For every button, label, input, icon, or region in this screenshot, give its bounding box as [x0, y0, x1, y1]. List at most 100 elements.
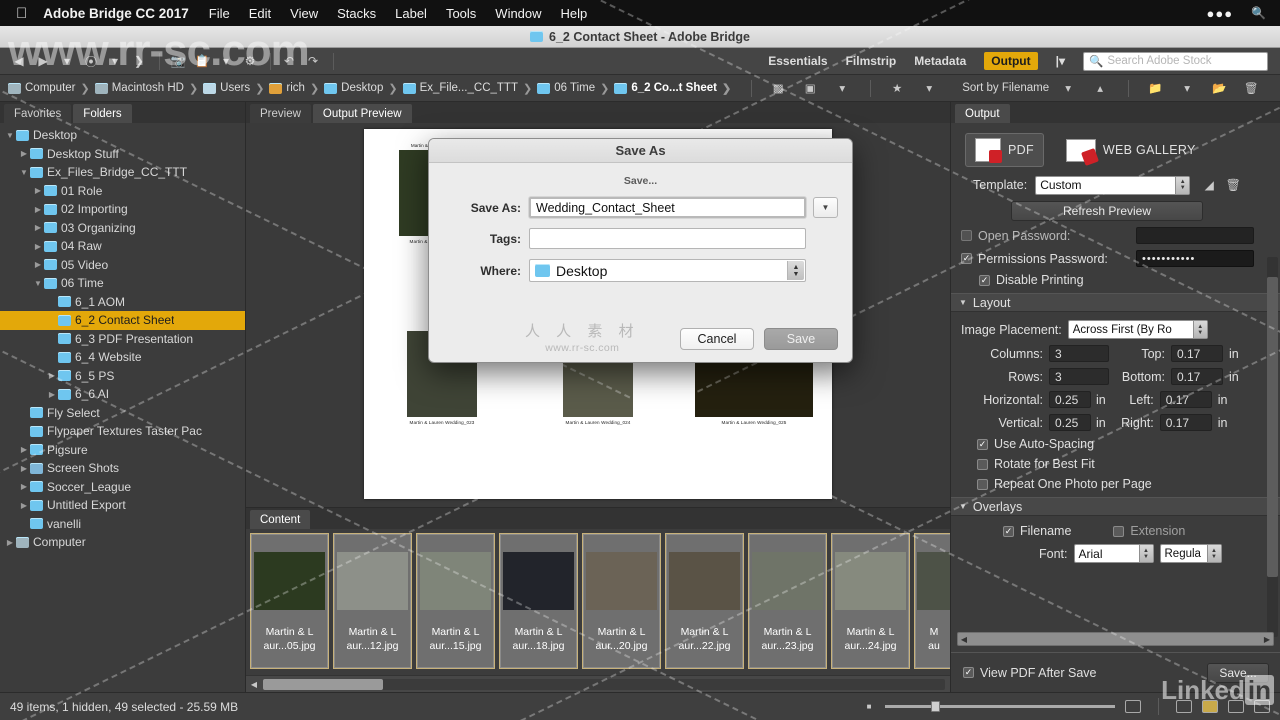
stepper-icon-3[interactable]: ▲ ▼ — [1138, 545, 1153, 562]
chevron-right-icon[interactable]: ▶ — [18, 501, 30, 510]
top-field[interactable]: 0.17 — [1171, 345, 1223, 362]
chevron-right-icon[interactable]: ▶ — [32, 205, 44, 214]
workspace-output[interactable]: Output — [984, 52, 1038, 70]
new-folder-dropdown-icon[interactable]: 📁 — [1144, 78, 1166, 98]
tags-input[interactable] — [529, 228, 806, 249]
chevron-down-icon-2[interactable]: ▾ — [215, 51, 237, 71]
cancel-button[interactable]: Cancel — [680, 328, 754, 350]
recent-dropdown-icon[interactable]: ▾ — [56, 51, 78, 71]
pdf-output-button[interactable]: PDF — [965, 133, 1044, 167]
left-field[interactable]: 0.17 — [1159, 391, 1212, 408]
permissions-password-checkbox[interactable]: ✓ — [961, 253, 972, 264]
menu-item-tools[interactable]: Tools — [446, 6, 476, 21]
breadcrumb-item-desktop[interactable]: Desktop ❯ — [324, 82, 402, 95]
tab-content[interactable]: Content — [250, 510, 311, 529]
thumbnail-item[interactable]: Martin & L aur...20.jpg — [582, 533, 661, 669]
stepper-icon-2[interactable]: ▲ ▼ — [1192, 321, 1207, 338]
chevron-down-icon[interactable]: ▼ — [4, 131, 16, 140]
thumbnail-item[interactable]: Martin & L aur...23.jpg — [748, 533, 827, 669]
tree-item-desktop-stuff[interactable]: ▶ Desktop Stuff — [0, 145, 245, 164]
rotate-ccw-icon[interactable]: ↶ — [278, 51, 300, 71]
tree-item-05-video[interactable]: ▶ 05 Video — [0, 256, 245, 275]
workspace-metadata[interactable]: Metadata — [914, 54, 966, 68]
right-field[interactable]: 0.17 — [1159, 414, 1212, 431]
search-adobe-stock-input[interactable]: 🔍 Search Adobe Stock — [1083, 51, 1268, 71]
preview-view-icon[interactable] — [1254, 700, 1270, 713]
menu-item-stacks[interactable]: Stacks — [337, 6, 376, 21]
menu-item-file[interactable]: File — [209, 6, 230, 21]
tab-output-preview[interactable]: Output Preview — [312, 104, 412, 123]
new-folder-icon[interactable]: 📂 — [1208, 78, 1230, 98]
tab-output[interactable]: Output — [955, 104, 1010, 123]
tree-item-03-organizing[interactable]: ▶ 03 Organizing — [0, 219, 245, 238]
get-photos-from-camera-icon[interactable]: 📷 — [167, 51, 189, 71]
delete-icon[interactable]: 🗑 — [1240, 78, 1262, 98]
scroll-left-icon[interactable]: ◀ — [248, 680, 260, 689]
back-arrow-icon[interactable]: ◀ — [8, 51, 30, 71]
menu-item-edit[interactable]: Edit — [249, 6, 271, 21]
tree-item-ex-files-bridge-cc-ttt[interactable]: ▼ Ex_Files_Bridge_CC_TTT — [0, 163, 245, 182]
rotate-icon[interactable]: ⚙ — [239, 51, 261, 71]
font-style-select[interactable]: Regula ▲ ▼ — [1159, 544, 1222, 563]
chevron-down-icon-6[interactable]: ▾ — [1176, 78, 1198, 98]
ellipsis-icon[interactable]: ●●● — [1206, 6, 1233, 21]
chevron-down-icon[interactable]: ▼ — [32, 279, 44, 288]
chevron-down-icon-expand[interactable]: ▼ — [813, 197, 838, 218]
filter-icon[interactable]: ▩ — [767, 78, 789, 98]
chevron-right-icon[interactable]: ▶ — [4, 538, 16, 547]
tree-item-screen-shots[interactable]: ▶ Screen Shots — [0, 459, 245, 478]
thumbnail-item[interactable]: Martin & L aur...22.jpg — [665, 533, 744, 669]
rotate-cw-icon[interactable]: ↷ — [302, 51, 324, 71]
view-pdf-checkbox[interactable]: ✓ — [963, 667, 974, 678]
template-select[interactable]: Custom ▲ ▼ — [1035, 175, 1191, 195]
chevron-down-icon-3[interactable]: ▾ — [831, 78, 853, 98]
stepper-icon-where[interactable]: ▲ ▼ — [787, 261, 804, 280]
menu-item-label[interactable]: Label — [395, 6, 427, 21]
tree-item-untitled-export[interactable]: ▶ Untitled Export — [0, 496, 245, 515]
columns-field[interactable]: 3 — [1049, 345, 1109, 362]
thumbnail-item[interactable]: Martin & L aur...15.jpg — [416, 533, 495, 669]
thumbnail-item[interactable]: Martin & L aur...18.jpg — [499, 533, 578, 669]
overlays-section-header[interactable]: ▼ Overlays — [951, 497, 1280, 516]
tree-item-pigsure[interactable]: ▶ Pigsure — [0, 441, 245, 460]
output-vertical-scrollbar[interactable] — [1267, 257, 1278, 637]
breadcrumb-item-macintosh-hd[interactable]: Macintosh HD ❯ — [94, 82, 203, 95]
chevron-right-icon[interactable]: ▶ — [46, 371, 58, 380]
bottom-field[interactable]: 0.17 — [1171, 368, 1223, 385]
stepper-icon-4[interactable]: ▲ ▼ — [1206, 545, 1221, 562]
refresh-preview-button[interactable]: Refresh Preview — [1011, 201, 1203, 221]
star-rating-icon[interactable]: ★ — [886, 78, 908, 98]
thumbnail-size-knob[interactable] — [931, 701, 940, 712]
search-icon[interactable]: 🔍 — [1251, 6, 1266, 20]
rows-field[interactable]: 3 — [1049, 368, 1109, 385]
tree-item-6-1-aom[interactable]: 6_1 AOM — [0, 293, 245, 312]
extension-checkbox[interactable] — [1113, 525, 1125, 537]
chevron-down-icon[interactable]: ▾ — [104, 51, 126, 71]
thumbnail-item[interactable]: Martin & L aur...05.jpg — [250, 533, 329, 669]
tree-item-02-importing[interactable]: ▶ 02 Importing — [0, 200, 245, 219]
tab-preview[interactable]: Preview — [250, 104, 311, 123]
scroll-left-icon-output[interactable]: ◀ — [958, 635, 970, 644]
web-gallery-output-button[interactable]: WEB GALLERY — [1065, 138, 1196, 162]
scroll-right-icon-output[interactable]: ▶ — [1261, 635, 1273, 644]
tree-item-vanelli[interactable]: vanelli — [0, 515, 245, 534]
boomerang-icon[interactable]: ⦿ — [80, 51, 102, 71]
layout-section-header[interactable]: ▼ Layout — [951, 293, 1280, 312]
chevron-right-icon[interactable]: ▶ — [32, 260, 44, 269]
workspace-essentials[interactable]: Essentials — [768, 54, 827, 68]
breadcrumb-item-users[interactable]: Users ❯ — [203, 82, 269, 95]
font-family-select[interactable]: Arial ▲ ▼ — [1073, 544, 1154, 563]
output-horizontal-scrollbar[interactable]: ◀ ▶ — [957, 632, 1274, 646]
forward-arrow-icon[interactable]: ▶ — [32, 51, 54, 71]
scroll-thumb[interactable] — [263, 678, 383, 690]
permissions-password-field[interactable]: ••••••••••• — [1136, 250, 1254, 267]
tree-item-fly-select[interactable]: Fly Select — [0, 404, 245, 423]
save-as-input[interactable]: Wedding_Contact_Sheet — [529, 197, 806, 218]
rotate-best-fit-checkbox[interactable] — [977, 458, 988, 470]
thumbnail-item[interactable]: Martin & L aur...12.jpg — [333, 533, 412, 669]
save-button[interactable]: Save — [764, 328, 838, 350]
breadcrumb-item-06-time[interactable]: 06 Time ❯ — [537, 82, 614, 95]
where-select[interactable]: Desktop ▲ ▼ — [529, 259, 806, 282]
thumbnail-view-icon[interactable]: ▣ — [799, 78, 821, 98]
disable-printing-checkbox[interactable]: ✓ — [979, 274, 990, 286]
